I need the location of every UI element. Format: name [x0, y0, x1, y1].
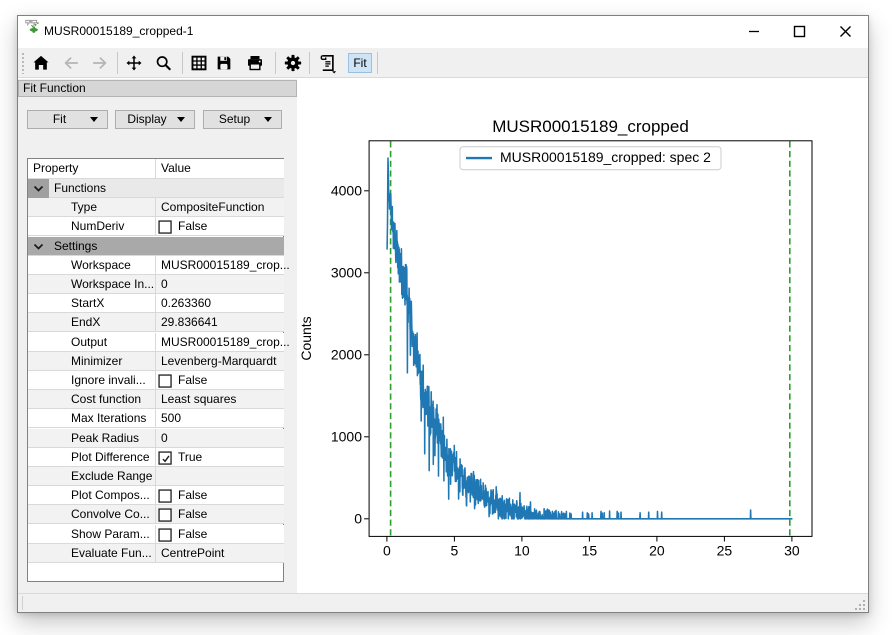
svg-text:MUSR00015189_cropped: MUSR00015189_cropped [492, 117, 689, 136]
svg-text:5: 5 [451, 543, 459, 559]
svg-text:1000: 1000 [331, 429, 362, 445]
svg-text:Counts: Counts [298, 316, 314, 360]
svg-text:25: 25 [717, 543, 733, 559]
svg-text:3000: 3000 [331, 265, 362, 281]
svg-text:10: 10 [514, 543, 530, 559]
svg-text:20: 20 [649, 543, 665, 559]
svg-text:0: 0 [383, 543, 391, 559]
svg-text:MUSR00015189_cropped: spec 2: MUSR00015189_cropped: spec 2 [500, 149, 711, 165]
svg-text:15: 15 [582, 543, 598, 559]
svg-text:2000: 2000 [331, 347, 362, 363]
svg-text:0: 0 [354, 511, 362, 527]
svg-text:4000: 4000 [331, 183, 362, 199]
svg-text:30: 30 [784, 543, 800, 559]
